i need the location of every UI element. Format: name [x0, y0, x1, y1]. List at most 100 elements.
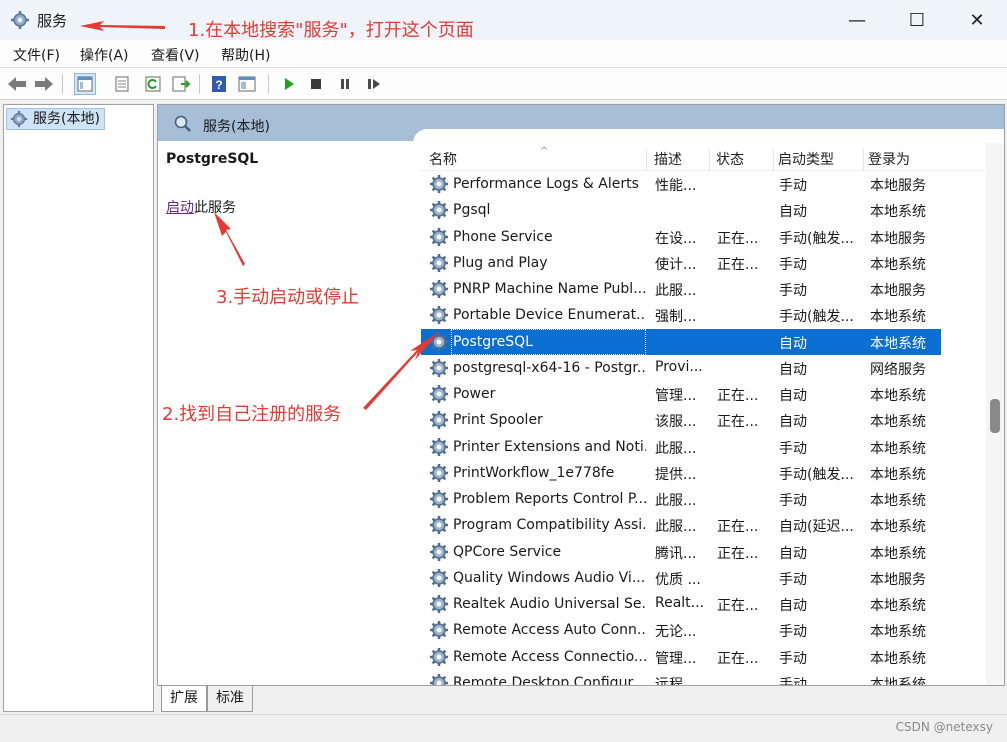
service-log-on-as: 本地系统: [870, 204, 926, 221]
service-startup-type: 手动: [779, 178, 807, 194]
table-row[interactable]: Pgsql 自动 本地系统: [421, 197, 941, 223]
service-log-on-as: 本地系统: [870, 493, 926, 509]
service-name: postgresql-x64-16 - Postgr...: [453, 359, 646, 376]
table-row[interactable]: Performance Logs & Alerts 性能... 手动 本地服务: [421, 171, 941, 197]
service-name: Pgsql: [453, 202, 491, 219]
service-gear-icon: [429, 542, 449, 562]
table-row[interactable]: Printer Extensions and Noti... 此服... 手动 本地系…: [421, 434, 941, 460]
table-row[interactable]: Realtek Audio Universal Se... Realt... 正在.…: [421, 591, 941, 617]
tab-extended[interactable]: 扩展: [161, 686, 207, 712]
service-log-on-as: 本地系统: [870, 466, 926, 483]
column-log-on-as[interactable]: 登录为: [864, 149, 946, 171]
service-description: 此服...: [655, 440, 697, 457]
table-row[interactable]: Portable Device Enumerat... 强制... 手动(触发...…: [421, 302, 941, 328]
service-startup-type: 自动: [779, 598, 807, 614]
minimize-button[interactable]: —: [827, 0, 887, 40]
service-gear-icon: [429, 463, 449, 483]
service-name: Performance Logs & Alerts: [453, 176, 639, 192]
services-gear-icon: [10, 110, 28, 128]
service-name: Portable Device Enumerat...: [453, 307, 646, 324]
service-status: 正在...: [717, 650, 759, 667]
service-startup-type: 手动: [779, 283, 807, 299]
restart-service-icon[interactable]: [363, 73, 385, 95]
service-gear-icon: [429, 410, 449, 430]
table-row[interactable]: postgresql-x64-16 - Postgr... Provi... 自动 网…: [421, 355, 941, 381]
scrollbar-thumb[interactable]: [990, 399, 1000, 433]
table-row[interactable]: Remote Access Auto Conn... 无论... 手动 本地系统: [421, 617, 941, 643]
svg-text:?: ?: [215, 78, 222, 92]
help-icon[interactable]: ?: [208, 73, 230, 95]
forward-icon[interactable]: [33, 73, 55, 95]
stop-service-icon[interactable]: [305, 73, 327, 95]
table-row[interactable]: Plug and Play 使计... 正在... 手动 本地系统: [421, 250, 941, 276]
table-row[interactable]: Remote Desktop Configur... 远程... 手动 本地系统: [421, 670, 941, 685]
tree-item-services-local[interactable]: 服务(本地): [6, 108, 105, 130]
service-description: 此服...: [655, 283, 697, 299]
back-icon[interactable]: [6, 73, 28, 95]
toolbar-separator: [199, 74, 200, 94]
table-row[interactable]: Phone Service 在设... 正在... 手动(触发... 本地服务: [421, 224, 941, 250]
header-notch: [413, 129, 1004, 143]
service-description: 优质 ...: [655, 571, 701, 588]
export-list-icon[interactable]: [170, 73, 192, 95]
close-button[interactable]: ✕: [947, 0, 1007, 40]
service-status: 正在...: [717, 414, 759, 431]
services-pane: 服务(本地) PostgreSQL 启动此服务 名称 ^ 描述 状态 启动类型 登…: [157, 104, 1005, 686]
table-row-selected[interactable]: PostgreSQL 自动 本地系统: [421, 328, 941, 355]
table-row[interactable]: Power 管理... 正在... 自动 本地系统: [421, 381, 941, 407]
table-row[interactable]: Print Spooler 该服... 正在... 自动 本地系统: [421, 407, 941, 433]
pause-service-icon[interactable]: [334, 73, 356, 95]
pane-header-title: 服务(本地): [203, 119, 270, 135]
service-status: 正在...: [717, 388, 759, 404]
service-startup-type: 自动: [779, 361, 807, 378]
service-log-on-as: 网络服务: [870, 361, 926, 378]
service-log-on-as: 本地系统: [870, 335, 926, 352]
table-row[interactable]: Problem Reports Control P... 此服... 手动 本地系统: [421, 486, 941, 512]
menu-file[interactable]: 文件(F): [13, 45, 60, 65]
service-name: Quality Windows Audio Vi...: [453, 569, 646, 586]
view-icon[interactable]: [236, 73, 258, 95]
console-tree: 服务(本地): [3, 104, 154, 712]
vertical-scrollbar[interactable]: [986, 143, 1004, 685]
table-row[interactable]: Remote Access Connectio... 管理... 正在... 手动 本地…: [421, 644, 941, 670]
column-status[interactable]: 状态: [712, 149, 774, 171]
service-gear-icon: [429, 358, 449, 378]
table-row[interactable]: PrintWorkflow_1e778fe 提供... 手动(触发... 本地系统: [421, 460, 941, 486]
pane-header: 服务(本地): [158, 105, 1004, 143]
menu-view[interactable]: 查看(V): [151, 45, 200, 65]
menu-help[interactable]: 帮助(H): [221, 45, 270, 65]
service-startup-type: 手动: [779, 256, 807, 273]
refresh-icon[interactable]: [142, 73, 164, 95]
service-startup-type: 手动(触发...: [779, 466, 854, 483]
service-name: Power: [453, 386, 496, 402]
maximize-button[interactable]: ☐: [887, 0, 947, 40]
service-name: PNRP Machine Name Publ...: [453, 281, 646, 297]
service-name: Phone Service: [453, 228, 553, 245]
start-service-icon[interactable]: [278, 73, 300, 95]
service-description: 腾讯...: [655, 545, 697, 562]
console-tree-icon[interactable]: [74, 73, 96, 95]
table-row[interactable]: QPCore Service 腾讯... 正在... 自动 本地系统: [421, 539, 941, 565]
menu-action[interactable]: 操作(A): [80, 45, 129, 65]
service-name: QPCore Service: [453, 543, 562, 560]
table-row[interactable]: Program Compatibility Assi... 此服... 正在... 自…: [421, 512, 941, 538]
status-bar: CSDN @netexsy: [0, 714, 1007, 742]
service-log-on-as: 本地系统: [870, 624, 926, 641]
properties-icon[interactable]: [111, 73, 133, 95]
service-status: 正在...: [717, 519, 759, 536]
toolbar-separator: [62, 74, 63, 94]
list-header: 名称 ^ 描述 状态 启动类型 登录为: [421, 143, 987, 171]
close-icon: ✕: [969, 9, 985, 31]
service-startup-type: 自动: [779, 335, 807, 352]
table-row[interactable]: Quality Windows Audio Vi... 优质 ... 手动 本地服务: [421, 565, 941, 591]
selected-service-name: PostgreSQL: [166, 151, 259, 167]
tab-standard[interactable]: 标准: [207, 686, 253, 712]
column-name[interactable]: 名称 ^: [425, 146, 647, 171]
service-name: Plug and Play: [453, 254, 548, 271]
column-startup-type[interactable]: 启动类型: [774, 149, 864, 171]
column-description[interactable]: 描述: [650, 149, 710, 171]
service-description: 提供...: [655, 466, 697, 483]
table-row[interactable]: PNRP Machine Name Publ... 此服... 手动 本地服务: [421, 276, 941, 302]
service-gear-icon: [429, 305, 449, 325]
start-service-link[interactable]: 启动: [166, 200, 194, 216]
